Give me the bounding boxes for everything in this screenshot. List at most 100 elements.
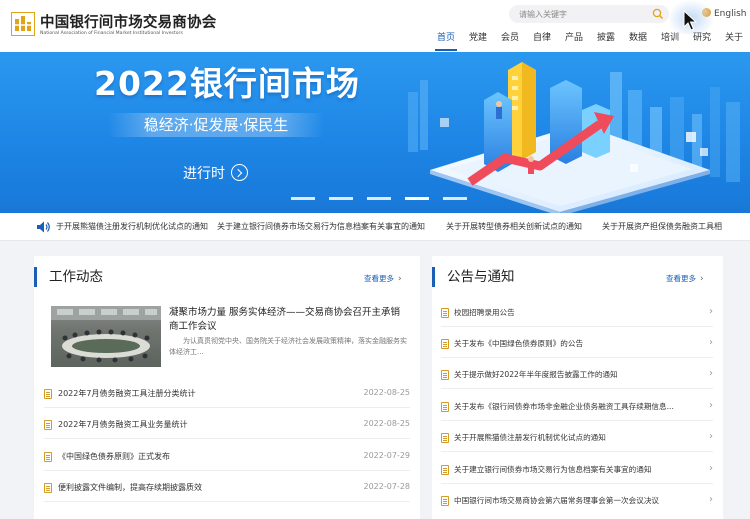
news-row[interactable]: 2022年7月债务融资工具业务量统计 2022-08-25 xyxy=(44,418,410,432)
city-finance-illustration xyxy=(408,62,740,213)
notice-row[interactable]: 中国银行间市场交易商协会第六届常务理事会第一次会议决议 › xyxy=(441,494,713,508)
search-input[interactable] xyxy=(519,7,649,21)
row-divider xyxy=(441,420,713,421)
row-divider xyxy=(441,326,713,327)
nav-party[interactable]: 党建 xyxy=(469,32,487,52)
notice-title: 中国银行间市场交易商协会第六届常务理事会第一次会议决议 xyxy=(454,496,660,505)
chevron-right-icon: › xyxy=(398,274,402,284)
announcement-ticker: 于开展熊猫债注册发行机制优化试点的通知 关于建立银行间债券市场交易行为信息档案有… xyxy=(0,213,750,241)
carousel-dot[interactable] xyxy=(367,197,391,200)
row-divider xyxy=(441,357,713,358)
association-logo-icon[interactable] xyxy=(11,12,35,36)
language-label: English xyxy=(714,9,747,19)
chevron-right-icon: › xyxy=(709,400,713,411)
document-icon xyxy=(441,370,449,380)
news-date: 2022-08-25 xyxy=(363,388,411,397)
ticker-link[interactable]: 关于开展资产担保债务融资工具相 xyxy=(602,221,722,232)
document-icon xyxy=(441,402,449,412)
nav-selfregulation[interactable]: 自律 xyxy=(533,32,551,52)
chevron-right-icon: › xyxy=(709,431,713,442)
news-date: 2022-07-29 xyxy=(363,451,411,460)
ticker-link[interactable]: 于开展熊猫债注册发行机制优化试点的通知 xyxy=(56,221,208,232)
chevron-right-icon: › xyxy=(709,337,713,348)
notice-title: 关于开展熊猫债注册发行机制优化试点的通知 xyxy=(454,433,606,442)
nav-research[interactable]: 研究 xyxy=(693,32,711,52)
news-title: 《中国绿色债券原则》正式发布 xyxy=(58,452,170,461)
banner-slogan: 稳经济·促发展·保民生 xyxy=(108,113,324,137)
ticker-link[interactable]: 关于开展转型债券相关创新试点的通知 xyxy=(446,221,582,232)
notice-row[interactable]: 关于建立银行间债券市场交易行为信息档案有关事宜的通知 › xyxy=(441,463,713,477)
carousel-dot[interactable] xyxy=(329,197,353,200)
hero-banner[interactable]: 2022银行间市场 稳经济·促发展·保民生 进行时 xyxy=(0,52,750,213)
mouse-cursor-icon xyxy=(683,10,697,31)
nav-home[interactable]: 首页 xyxy=(434,32,458,52)
banner-cta-label: 进行时 xyxy=(183,166,225,182)
news-row[interactable]: 《中国绿色债券原则》正式发布 2022-07-29 xyxy=(44,450,410,464)
row-divider xyxy=(44,438,410,439)
panel-title: 公告与通知 xyxy=(432,267,515,287)
notice-row[interactable]: 校园招聘录用公告 › xyxy=(441,306,713,320)
notice-row[interactable]: 关于发布《银行间债券市场非金融企业债务融资工具存续期信息... › xyxy=(441,400,713,414)
notice-row[interactable]: 关于发布《中国绿色债券原则》的公告 › xyxy=(441,337,713,351)
document-icon xyxy=(441,339,449,349)
row-divider xyxy=(44,407,410,408)
carousel-dot-active[interactable] xyxy=(405,197,429,200)
document-icon xyxy=(44,389,52,399)
notice-panel: 公告与通知 查看更多 › 校园招聘录用公告 › 关于发布《中国绿色债券原则》的公告… xyxy=(432,256,723,519)
notice-title: 关于建立银行间债券市场交易行为信息档案有关事宜的通知 xyxy=(454,465,652,474)
nav-disclosure[interactable]: 披露 xyxy=(597,32,615,52)
document-icon xyxy=(44,420,52,430)
view-more-label: 查看更多 xyxy=(364,274,394,283)
news-date: 2022-07-28 xyxy=(363,482,411,491)
notice-title: 关于提示做好2022年半年度报告披露工作的通知 xyxy=(454,370,618,379)
document-icon xyxy=(441,496,449,506)
row-divider xyxy=(441,388,713,389)
view-more-link[interactable]: 查看更多 › xyxy=(666,273,704,284)
news-date: 2022-08-25 xyxy=(363,419,411,428)
banner-cta[interactable]: 进行时 xyxy=(183,163,248,183)
document-icon xyxy=(44,483,52,493)
carousel-dot[interactable] xyxy=(443,197,467,200)
ticker-link[interactable]: 关于建立银行间债券市场交易行为信息档案有关事宜的通知 xyxy=(217,221,425,232)
nav-about[interactable]: 关于 xyxy=(725,32,743,52)
document-icon xyxy=(441,465,449,475)
search-icon[interactable] xyxy=(651,7,665,21)
notice-title: 关于发布《中国绿色债券原则》的公告 xyxy=(454,339,584,348)
news-row[interactable]: 便利披露文件编制，提高存续期披露质效 2022-07-28 xyxy=(44,481,410,495)
nav-data[interactable]: 数据 xyxy=(629,32,647,52)
nav-training[interactable]: 培训 xyxy=(661,32,679,52)
search-box xyxy=(509,5,669,23)
panel-title: 工作动态 xyxy=(34,267,103,287)
nav-products[interactable]: 产品 xyxy=(565,32,583,52)
carousel-dot[interactable] xyxy=(291,197,315,200)
notice-title: 关于发布《银行间债券市场非金融企业债务融资工具存续期信息... xyxy=(454,402,674,411)
row-divider xyxy=(441,451,713,452)
chevron-right-icon: › xyxy=(700,274,704,284)
site-title[interactable]: 中国银行间市场交易商协会 xyxy=(40,11,216,32)
row-divider xyxy=(44,501,410,502)
news-title: 2022年7月债务融资工具业务量统计 xyxy=(58,420,188,429)
chevron-right-icon: › xyxy=(709,306,713,317)
news-title: 便利披露文件编制，提高存续期披露质效 xyxy=(58,483,202,492)
chevron-right-icon: › xyxy=(709,463,713,474)
view-more-link[interactable]: 查看更多 › xyxy=(364,273,402,284)
nav-members[interactable]: 会员 xyxy=(501,32,519,52)
news-row[interactable]: 2022年7月债务融资工具注册分类统计 2022-08-25 xyxy=(44,387,410,401)
notice-row[interactable]: 关于提示做好2022年半年度报告披露工作的通知 › xyxy=(441,368,713,382)
document-icon xyxy=(44,452,52,462)
work-news-panel: 工作动态 查看更多 › 凝聚市场力量 服务实体经济——交易商协会召开主承销商工作会… xyxy=(34,256,420,519)
site-header: 中国银行间市场交易商协会 National Association of Fin… xyxy=(0,0,750,52)
banner-headline: 2022银行间市场 xyxy=(94,64,360,103)
meeting-photo[interactable] xyxy=(51,306,161,367)
row-divider xyxy=(44,470,410,471)
site-subtitle: National Association of Financial Market… xyxy=(40,31,183,36)
speaker-icon xyxy=(37,221,50,233)
document-icon xyxy=(441,433,449,443)
feature-news-title[interactable]: 凝聚市场力量 服务实体经济——交易商协会召开主承销商工作会议 xyxy=(169,306,409,334)
view-more-label: 查看更多 xyxy=(666,274,696,283)
notice-row[interactable]: 关于开展熊猫债注册发行机制优化试点的通知 › xyxy=(441,431,713,445)
notice-title: 校园招聘录用公告 xyxy=(454,308,515,317)
feature-news-summary: 为认真贯彻党中央、国务院关于经济社会发展政策精神，落实金融服务实体经济工... xyxy=(169,337,407,356)
arrow-right-circle-icon xyxy=(231,164,248,181)
chevron-right-icon: › xyxy=(709,494,713,505)
